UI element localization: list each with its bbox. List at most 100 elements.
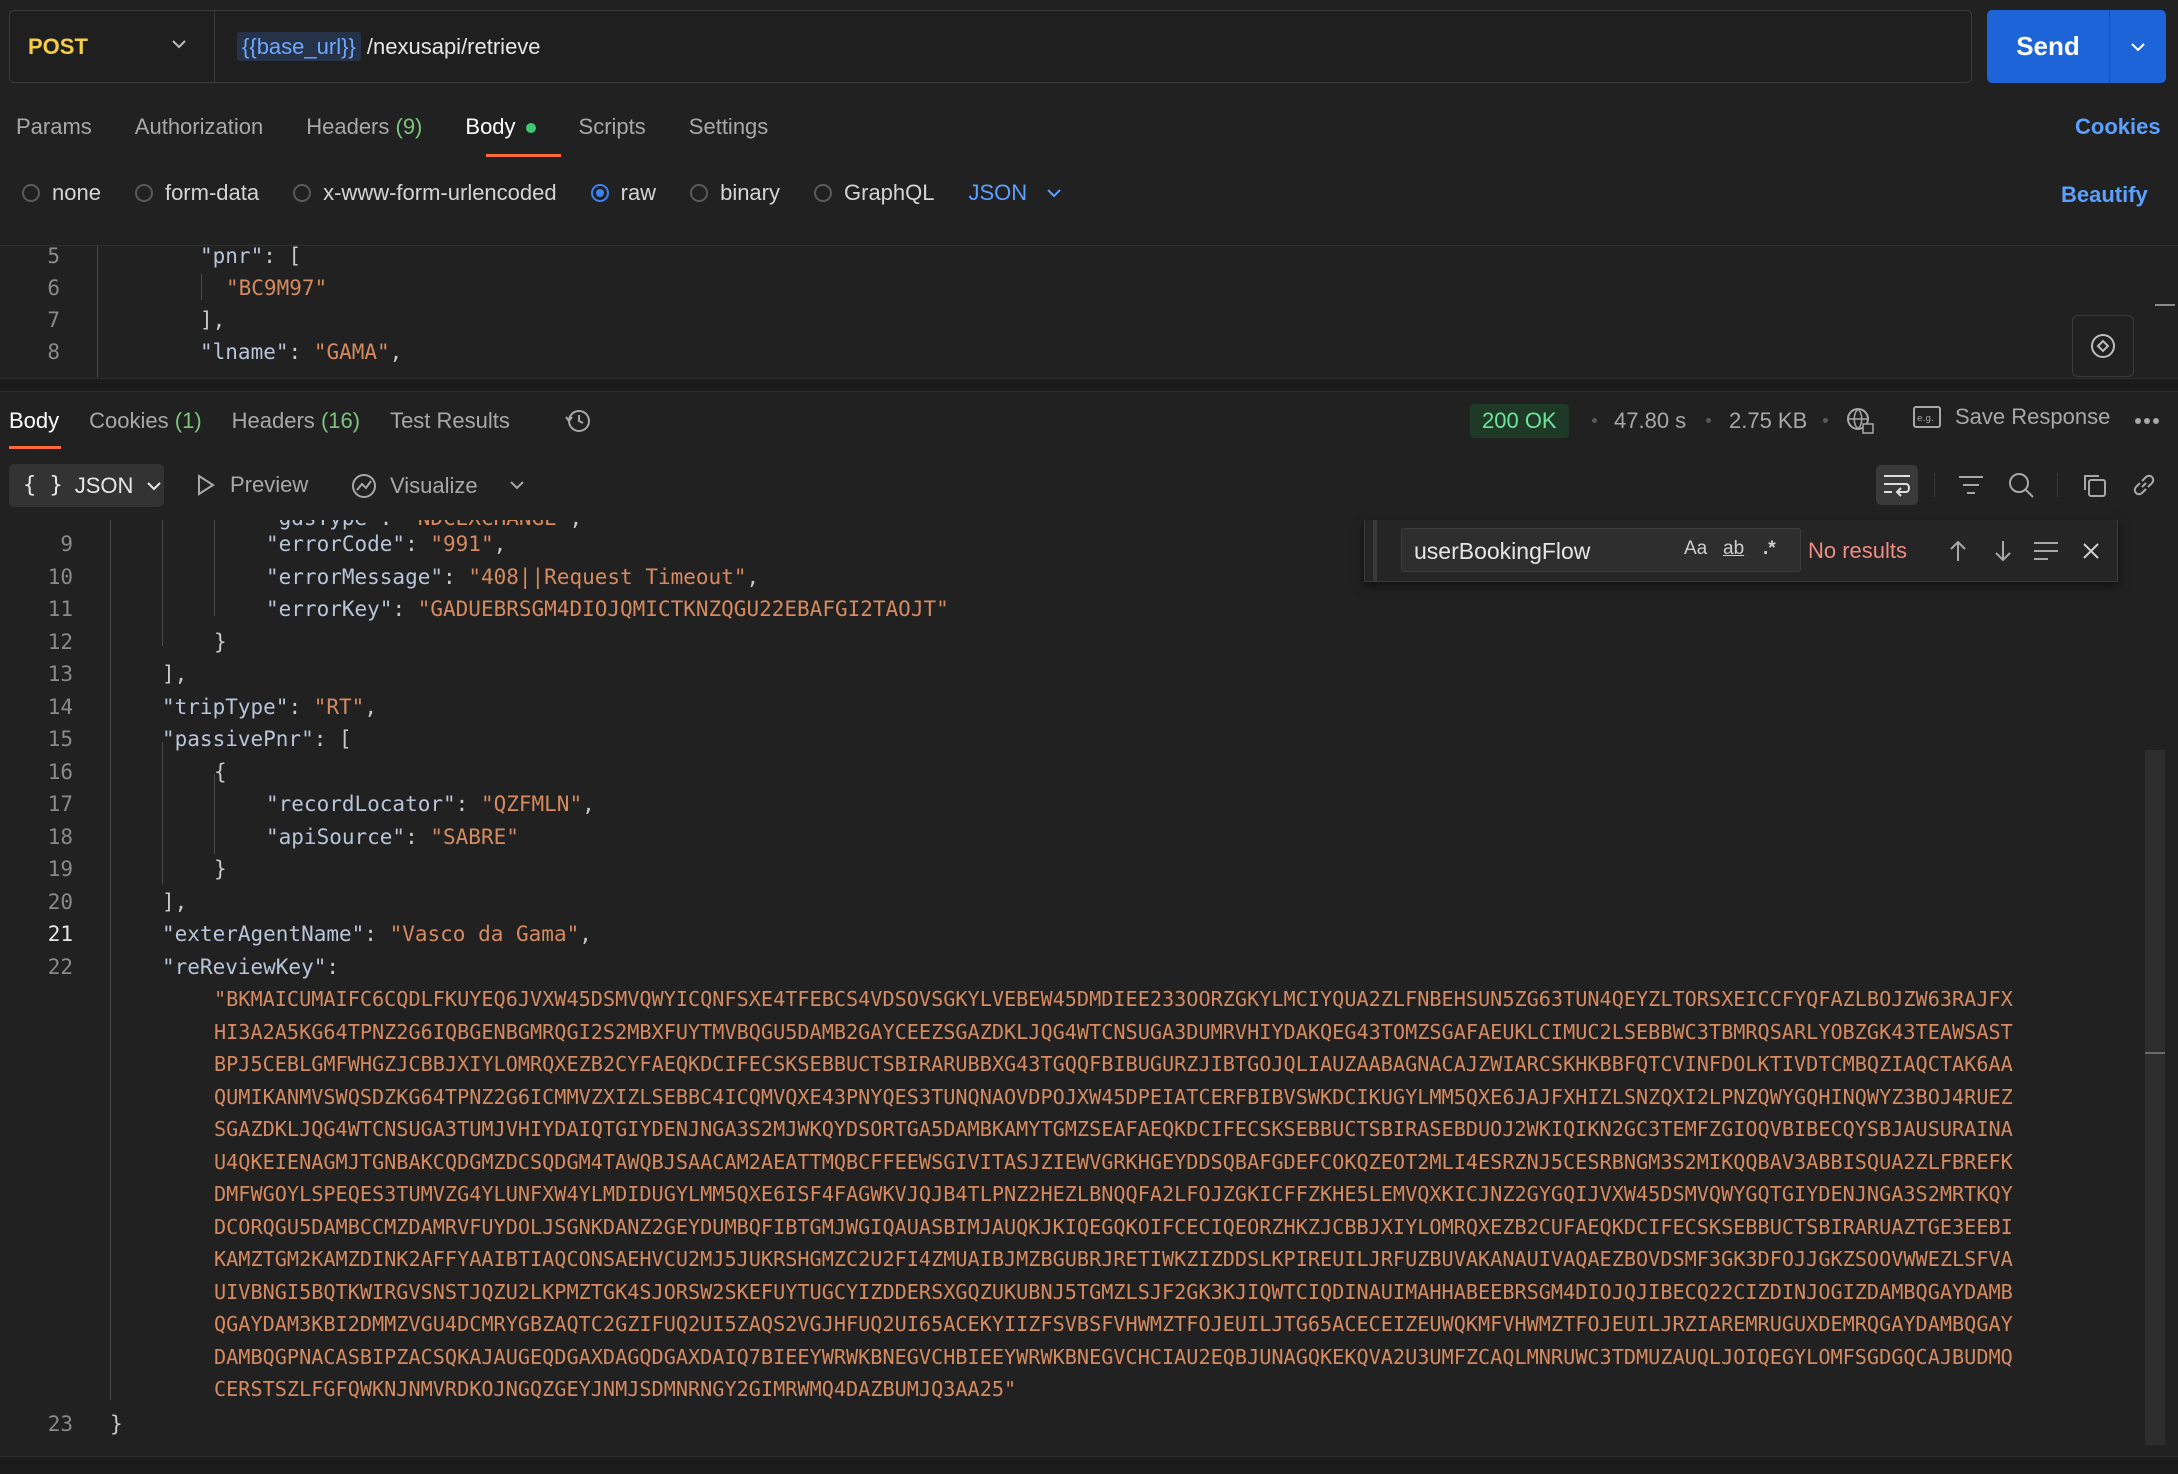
line-number: 13 — [47, 662, 73, 686]
tab-settings[interactable]: Settings — [689, 114, 769, 140]
beautify-button[interactable]: Beautify — [2061, 182, 2148, 208]
whole-word-toggle[interactable]: ab — [1723, 538, 1744, 560]
copy-icon — [2084, 475, 2106, 497]
history-button[interactable] — [560, 403, 596, 439]
cookies-link[interactable]: Cookies — [2075, 114, 2161, 140]
code-line: "BC9M97" — [226, 276, 328, 300]
search-button[interactable] — [2004, 468, 2038, 502]
string-value-line: UIVBNGI5BQTKWIRGVSNSTJQZU2LKPMZTGK4SJORS… — [214, 1279, 2013, 1304]
radio-graphql[interactable]: GraphQL — [814, 180, 935, 206]
find-result-status: No results — [1808, 538, 1908, 563]
line-number: 17 — [47, 792, 73, 816]
indent-guide — [214, 520, 215, 616]
response-format-select[interactable]: { } JSON — [9, 464, 164, 507]
code-line: "passivePnr": [ — [162, 727, 352, 751]
separator-dot — [1823, 418, 1828, 423]
send-options-button[interactable] — [2109, 10, 2166, 83]
status-badge[interactable]: 200 OK — [1470, 404, 1569, 438]
code-line: "lname": "GAMA", — [200, 340, 403, 364]
radio-label: raw — [620, 180, 657, 205]
code-line: "exterAgentName": "Vasco da Gama", — [162, 922, 592, 946]
line-number: 9 — [60, 532, 73, 556]
radio-label: none — [52, 180, 101, 205]
string-value-line: SGAZDKLJQG4WTCNSUGA3TUMJVHIYDAIQTGIYDENJ… — [214, 1117, 2013, 1141]
radio-urlencoded[interactable]: x-www-form-urlencoded — [293, 180, 557, 206]
tab-body[interactable]: Body — [465, 114, 536, 140]
visualize-options-button[interactable] — [502, 470, 532, 500]
scroll-indicator — [2155, 304, 2175, 306]
line-number: 16 — [47, 759, 73, 784]
url-input[interactable]: {{base_url}} /nexusapi/retrieve — [215, 31, 541, 61]
radio-binary[interactable]: binary — [690, 180, 780, 206]
string-value-line: QUMIKANMVSWQSDZKG64TPNZ2G6ICMMVZXIZLSEBB… — [214, 1084, 2013, 1109]
copy-link-button[interactable] — [2127, 468, 2161, 502]
wrap-lines-button[interactable] — [1876, 465, 1918, 505]
method-select[interactable]: POST — [10, 11, 215, 82]
regex-toggle[interactable]: .* — [1763, 538, 1776, 560]
find-resize-handle[interactable] — [1373, 520, 1377, 582]
previous-match-button[interactable] — [1943, 536, 1973, 566]
line-number: 6 — [47, 276, 60, 300]
code-line: } — [214, 629, 227, 654]
next-match-button[interactable] — [1988, 536, 2018, 566]
tab-headers[interactable]: Headers (9) — [306, 114, 422, 140]
string-value-line: KAMZTGM2KAMZDINK2AFFYAAIBTIAQCONSAEHVCU2… — [214, 1247, 2013, 1271]
chevron-down-icon — [1047, 189, 1061, 198]
send-button[interactable]: Send — [1987, 10, 2109, 83]
copy-button[interactable] — [2077, 468, 2111, 502]
find-in-selection-button[interactable] — [2031, 536, 2061, 566]
tab-scripts[interactable]: Scripts — [579, 114, 646, 140]
more-options-button[interactable] — [2132, 404, 2162, 438]
response-time[interactable]: 47.80 s — [1614, 408, 1686, 434]
ai-assist-button[interactable] — [2072, 315, 2134, 377]
toolbar-divider — [1934, 473, 1935, 497]
radio-raw[interactable]: raw — [590, 180, 657, 206]
response-body-viewer[interactable]: "gdsType": "NDCEXCHANGE", 9"errorCode": … — [0, 520, 2178, 1460]
response-tab-test-results[interactable]: Test Results — [390, 408, 510, 434]
close-icon — [2083, 543, 2099, 559]
ellipsis-icon — [2135, 418, 2159, 424]
match-case-toggle[interactable]: Aa — [1684, 538, 1707, 560]
response-tabs: Body Cookies (1) Headers (16) Test Resul… — [9, 408, 510, 434]
code-line: "errorMessage": "408||Request Timeout", — [266, 564, 760, 589]
headers-count: (16) — [320, 408, 361, 433]
line-number: 19 — [47, 857, 73, 881]
response-size[interactable]: 2.75 KB — [1729, 408, 1807, 434]
request-body-editor[interactable]: 5 "pnr": [ 6 "BC9M97" 7 ], 8 "lname": "G… — [0, 245, 2178, 377]
radio-label: x-www-form-urlencoded — [323, 180, 557, 205]
arrow-up-icon — [1950, 540, 1966, 561]
indent-guide — [97, 246, 98, 377]
radio-none[interactable]: none — [22, 180, 101, 206]
request-url-bar: POST {{base_url}} /nexusapi/retrieve — [9, 10, 1972, 83]
network-button[interactable] — [1843, 404, 1877, 438]
cookies-label: Cookies — [89, 408, 169, 433]
radio-form-data[interactable]: form-data — [134, 180, 259, 206]
response-tab-cookies[interactable]: Cookies (1) — [89, 408, 202, 434]
visualize-button[interactable]: Visualize — [350, 472, 478, 500]
wrap-lines-icon — [1884, 475, 1910, 497]
raw-format-select[interactable]: JSON — [969, 180, 1064, 206]
scrollbar-thumb[interactable] — [2145, 750, 2165, 1445]
response-tab-body[interactable]: Body — [9, 408, 59, 434]
code-line: } — [214, 857, 227, 881]
preview-button[interactable]: Preview — [196, 472, 308, 498]
filter-button[interactable] — [1954, 468, 1988, 502]
tab-authorization[interactable]: Authorization — [135, 114, 263, 140]
response-tab-headers[interactable]: Headers (16) — [232, 408, 360, 434]
line-number: 7 — [47, 308, 60, 332]
line-number: 14 — [47, 694, 73, 719]
preview-label: Preview — [230, 472, 309, 497]
pane-divider[interactable] — [0, 378, 2178, 392]
svg-text:e.g.: e.g. — [1917, 414, 1934, 424]
indent-guide — [201, 274, 202, 300]
radio-button-selected — [590, 184, 609, 202]
find-widget: userBookingFlow Aa ab .* No results — [1364, 520, 2118, 582]
close-find-button[interactable] — [2076, 536, 2106, 566]
tab-params[interactable]: Params — [16, 114, 92, 140]
radio-button — [814, 184, 832, 202]
code-line: "apiSource": "SABRE" — [266, 824, 519, 849]
radio-button — [690, 184, 709, 202]
body-type-options: none form-data x-www-form-urlencoded raw… — [22, 180, 1063, 206]
save-response-button[interactable]: e.g. Save Response — [1913, 404, 2110, 430]
separator-dot — [1592, 418, 1597, 423]
